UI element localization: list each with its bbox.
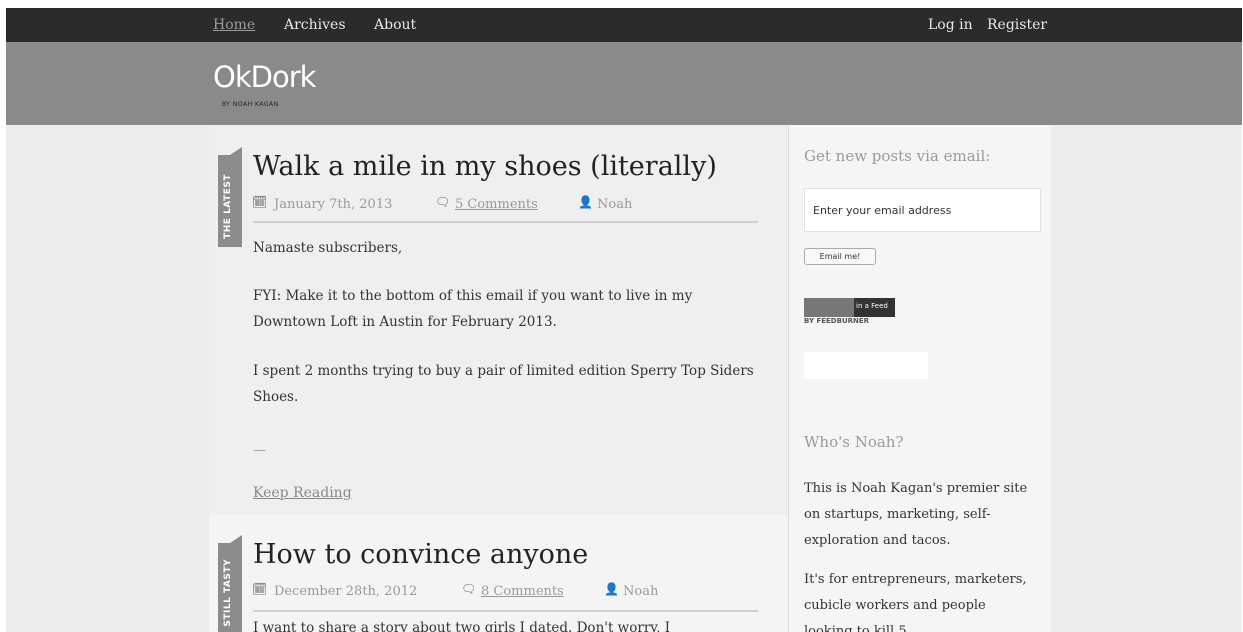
post-separator: —	[253, 443, 266, 458]
calendar-icon: 🗓	[252, 195, 268, 209]
post-latest: THE LATEST Walk a mile in my shoes (lite…	[209, 125, 788, 515]
who-heading: Who's Noah?	[804, 433, 904, 451]
feed-provider: BY FEEDBURNER	[804, 317, 870, 325]
nav-login-link[interactable]: Log in	[928, 17, 973, 33]
comment-icon: 🗨	[461, 582, 477, 596]
about-paragraph: It's for entrepreneurs, marketers, cubic…	[804, 572, 1027, 632]
post-ribbon: STILL TASTY	[218, 535, 242, 632]
nav-home-link[interactable]: Home	[213, 17, 255, 33]
post-date: December 28th, 2012	[274, 584, 418, 599]
email-me-button[interactable]: Email me!	[804, 248, 876, 265]
feed-label: in a Feed	[856, 302, 888, 310]
site-header: OkDork BY NOAH KAGAN	[6, 42, 1242, 125]
subscribe-heading: Get new posts via email:	[804, 147, 991, 165]
page: Home Archives About Log in Register OkDo…	[6, 8, 1242, 632]
post-paragraph: I spent 2 months trying to buy a pair of…	[253, 363, 754, 405]
sidebar: Get new posts via email: Email me! in a …	[788, 125, 1051, 632]
email-input[interactable]	[804, 188, 1041, 232]
post-paragraph: Namaste subscribers,	[253, 240, 403, 256]
post-date: January 7th, 2013	[274, 197, 393, 212]
post-ribbon: THE LATEST	[218, 147, 242, 247]
nav-archives-link[interactable]: Archives	[284, 17, 346, 33]
comment-icon: 🗨	[435, 195, 451, 209]
meta-divider	[253, 610, 758, 612]
keep-reading-link[interactable]: Keep Reading	[253, 485, 352, 501]
post-author[interactable]: Noah	[623, 584, 658, 599]
post-excerpt: I want to share a story about two girls …	[253, 620, 671, 632]
post-comments-link[interactable]: 8 Comments	[481, 584, 564, 599]
about-paragraph: This is Noah Kagan's premier site on sta…	[804, 481, 1028, 548]
post-title[interactable]: How to convince anyone	[253, 539, 588, 570]
post-author[interactable]: Noah	[597, 197, 632, 212]
top-nav: Home Archives About Log in Register	[6, 8, 1242, 42]
person-icon: 👤	[578, 195, 593, 209]
site-logo[interactable]: OkDork	[213, 60, 316, 94]
main-content: THE LATEST Walk a mile in my shoes (lite…	[209, 125, 788, 632]
meta-divider	[253, 221, 758, 223]
feed-badge[interactable]: in a Feed	[804, 298, 895, 317]
person-icon: 👤	[604, 582, 619, 596]
nav-register-link[interactable]: Register	[987, 17, 1047, 33]
post-ribbon-label: STILL TASTY	[223, 559, 233, 627]
site-byline: BY NOAH KAGAN	[222, 101, 279, 108]
post-ribbon-label: THE LATEST	[223, 174, 233, 239]
feed-count-box	[804, 298, 854, 317]
post-comments-link[interactable]: 5 Comments	[455, 197, 538, 212]
post-paragraph: FYI: Make it to the bottom of this email…	[253, 288, 693, 330]
sidebar-widget-box	[804, 352, 928, 379]
calendar-icon: 🗓	[252, 582, 268, 596]
nav-about-link[interactable]: About	[374, 17, 416, 33]
post-title[interactable]: Walk a mile in my shoes (literally)	[253, 151, 717, 182]
post-still-tasty: STILL TASTY How to convince anyone 🗓 Dec…	[209, 515, 788, 632]
